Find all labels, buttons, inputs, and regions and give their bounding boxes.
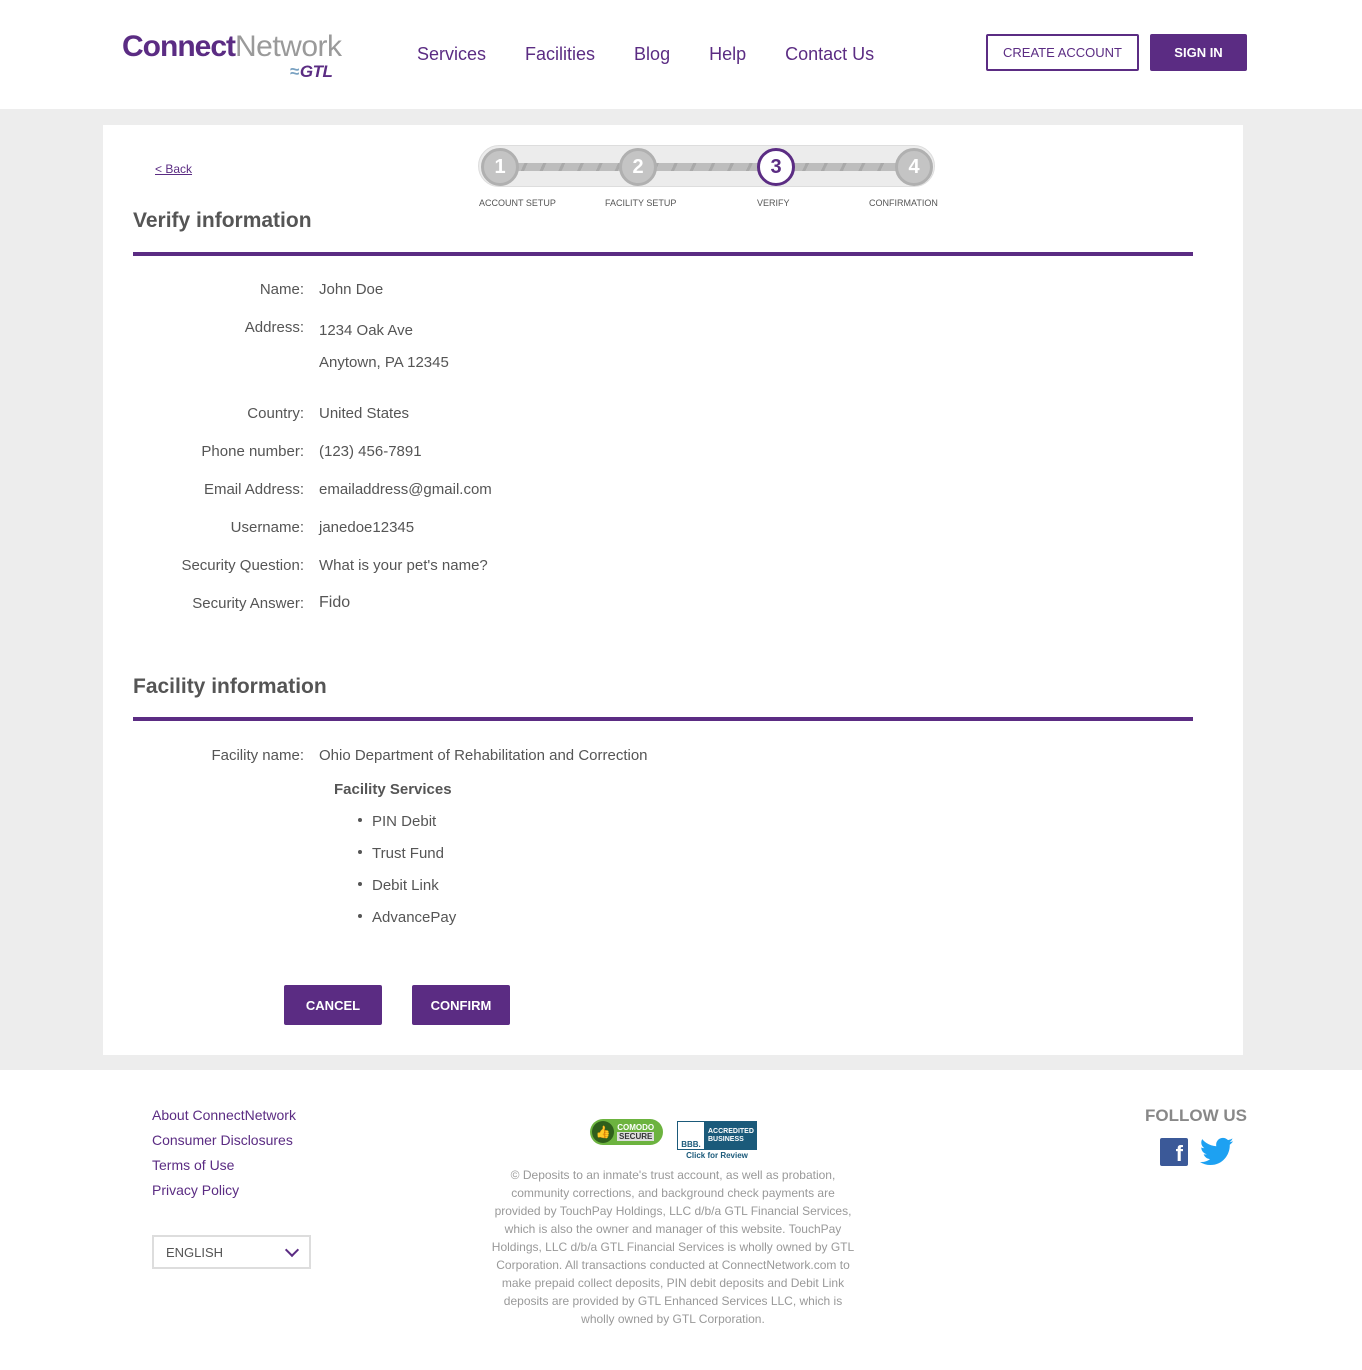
service-item: AdvancePay bbox=[358, 909, 456, 926]
secure-text: SECURE bbox=[617, 1132, 655, 1141]
stepper-track bbox=[509, 163, 904, 171]
facility-name-value: Ohio Department of Rehabilitation and Co… bbox=[319, 747, 648, 764]
bullet-icon bbox=[358, 882, 362, 887]
email-label: Email Address: bbox=[203, 481, 304, 498]
phone-label: Phone number: bbox=[201, 443, 304, 460]
facility-divider bbox=[133, 717, 1193, 721]
logo-network-text: Network bbox=[235, 30, 342, 63]
gtl-swoosh-icon: ≈ bbox=[290, 62, 299, 81]
nav-facilities[interactable]: Facilities bbox=[525, 44, 595, 65]
step-4: 4 bbox=[895, 148, 933, 186]
nav-contact-us[interactable]: Contact Us bbox=[785, 44, 874, 65]
name-value: John Doe bbox=[319, 281, 384, 298]
facility-information-heading: Facility information bbox=[133, 675, 327, 698]
chevron-down-icon bbox=[284, 1242, 300, 1258]
phone-value: (123) 456-7891 bbox=[319, 443, 422, 460]
service-item: PIN Debit bbox=[358, 813, 436, 830]
nav-services[interactable]: Services bbox=[417, 44, 486, 65]
content-card bbox=[103, 125, 1243, 1055]
footer-link-about[interactable]: About ConnectNetwork bbox=[152, 1107, 296, 1123]
bbb-torch-icon: BBB. bbox=[678, 1122, 704, 1149]
cancel-button[interactable]: CANCEL bbox=[284, 985, 382, 1025]
name-label: Name: bbox=[259, 281, 304, 298]
sign-in-button[interactable]: SIGN IN bbox=[1150, 34, 1247, 71]
site-header: ConnectNetwork ≈GTL Services Facilities … bbox=[0, 0, 1362, 109]
email-value: emailaddress@gmail.com bbox=[319, 481, 492, 498]
facility-services-heading: Facility Services bbox=[334, 781, 452, 798]
step-label-facility-setup: FACILITY SETUP bbox=[605, 198, 677, 208]
language-select[interactable]: ENGLISH bbox=[152, 1235, 311, 1269]
service-item: Debit Link bbox=[358, 877, 439, 894]
logo-connect-text: Connect bbox=[122, 30, 236, 63]
back-link[interactable]: < Back bbox=[155, 162, 192, 176]
language-value: ENGLISH bbox=[166, 1244, 224, 1260]
footer-link-terms[interactable]: Terms of Use bbox=[152, 1157, 234, 1173]
address-line1-value: 1234 Oak Ave bbox=[319, 322, 413, 339]
connectnetwork-logo[interactable]: ConnectNetwork ≈GTL bbox=[122, 30, 352, 90]
gtl-text: GTL bbox=[299, 62, 333, 81]
verify-information-heading: Verify information bbox=[133, 209, 312, 232]
step-1: 1 bbox=[481, 148, 519, 186]
security-answer-value: Fido bbox=[319, 594, 351, 611]
gtl-logo: ≈GTL bbox=[290, 62, 333, 82]
confirm-button[interactable]: CONFIRM bbox=[412, 985, 510, 1025]
username-value: janedoe12345 bbox=[319, 519, 415, 536]
create-account-button[interactable]: CREATE ACCOUNT bbox=[986, 34, 1139, 71]
legal-disclaimer: © Deposits to an inmate's trust account,… bbox=[491, 1168, 855, 1326]
country-label: Country: bbox=[247, 405, 304, 422]
step-3-active: 3 bbox=[757, 148, 795, 186]
verify-divider bbox=[133, 252, 1193, 256]
bbb-review-link[interactable]: Click for Review bbox=[677, 1151, 757, 1160]
footer-link-privacy[interactable]: Privacy Policy bbox=[152, 1182, 239, 1198]
bbb-accredited-text: ACCREDITED BUSINESS bbox=[704, 1122, 756, 1149]
address-line2-value: Anytown, PA 12345 bbox=[319, 354, 449, 371]
facility-name-label: Facility name: bbox=[211, 747, 304, 764]
bullet-icon bbox=[358, 818, 362, 823]
step-label-verify: VERIFY bbox=[757, 198, 790, 208]
facebook-icon[interactable]: f bbox=[1160, 1138, 1188, 1166]
comodo-text: COMODO bbox=[617, 1123, 655, 1132]
twitter-bird-icon bbox=[1199, 1137, 1234, 1166]
service-item: Trust Fund bbox=[358, 845, 444, 862]
footer-link-consumer-disclosures[interactable]: Consumer Disclosures bbox=[152, 1132, 293, 1148]
twitter-icon[interactable] bbox=[1199, 1137, 1234, 1167]
nav-blog[interactable]: Blog bbox=[634, 44, 670, 65]
step-label-confirmation: CONFIRMATION bbox=[869, 198, 938, 208]
security-question-value: What is your pet's name? bbox=[319, 557, 488, 574]
thumbs-up-icon: 👍 bbox=[592, 1121, 614, 1143]
bbb-accredited-badge[interactable]: BBB. ACCREDITED BUSINESS Click for Revie… bbox=[677, 1121, 757, 1160]
main-nav: Services Facilities Blog Help Contact Us bbox=[417, 44, 913, 65]
username-label: Username: bbox=[230, 519, 304, 536]
address-label: Address: bbox=[244, 319, 304, 336]
bullet-icon bbox=[358, 850, 362, 855]
bullet-icon bbox=[358, 914, 362, 919]
step-label-account-setup: ACCOUNT SETUP bbox=[479, 198, 556, 208]
step-2: 2 bbox=[619, 148, 657, 186]
security-answer-label: Security Answer: bbox=[192, 595, 304, 612]
progress-stepper: 1 2 3 4 bbox=[478, 145, 935, 187]
security-question-label: Security Question: bbox=[181, 557, 304, 574]
comodo-secure-badge[interactable]: 👍 COMODO SECURE bbox=[590, 1119, 663, 1145]
country-value: United States bbox=[319, 405, 410, 422]
nav-help[interactable]: Help bbox=[709, 44, 746, 65]
follow-us-heading: FOLLOW US bbox=[1145, 1106, 1247, 1125]
